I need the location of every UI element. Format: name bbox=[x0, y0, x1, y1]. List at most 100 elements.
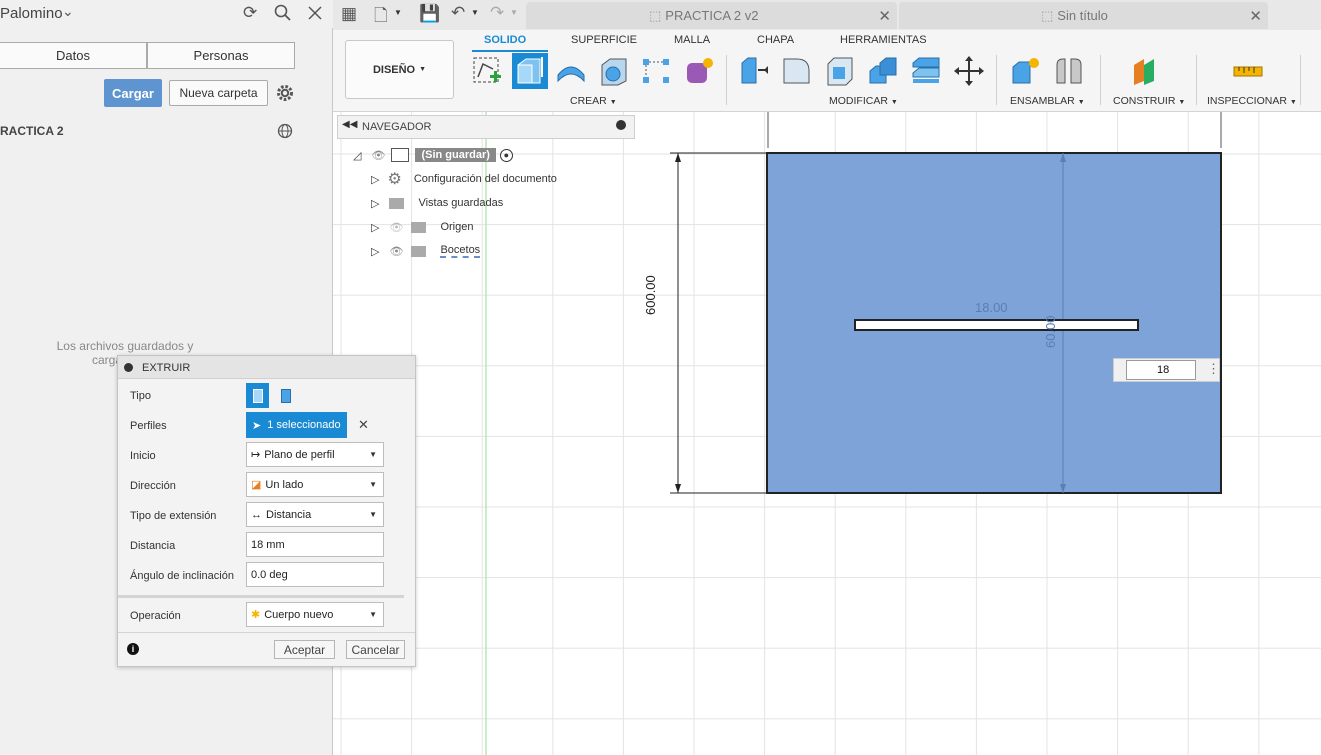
eye-icon[interactable]: 👁 bbox=[389, 245, 403, 258]
group-label: ENSAMBLAR bbox=[1010, 95, 1075, 107]
rectangle-pattern-icon[interactable] bbox=[640, 55, 672, 87]
doc-tab-practica[interactable]: ⬚ PRACTICA 2 v2 ✕ bbox=[526, 2, 897, 29]
group-construir[interactable]: CONSTRUIR ▼ bbox=[1113, 95, 1185, 107]
browser-item-views[interactable]: ▷ Vistas guardadas bbox=[371, 193, 503, 213]
dimension-slot-width-label[interactable]: 18.00 bbox=[975, 300, 1008, 315]
offset-plane-icon[interactable] bbox=[1130, 55, 1162, 87]
cancel-button[interactable]: Cancelar bbox=[346, 640, 405, 659]
split-body-icon[interactable] bbox=[910, 55, 942, 87]
extrude-icon[interactable] bbox=[512, 53, 548, 89]
workspace-label: DISEÑO bbox=[372, 63, 416, 76]
chevron-down-icon: ▼ bbox=[1077, 99, 1085, 106]
radio-icon[interactable]: ● bbox=[499, 148, 513, 162]
fillet-icon[interactable] bbox=[781, 55, 813, 87]
shell-icon[interactable] bbox=[824, 55, 856, 87]
operation-select[interactable]: ✱ Cuerpo nuevo ▼ bbox=[246, 602, 384, 627]
more-options-icon[interactable]: ⋮ bbox=[1207, 361, 1220, 377]
eye-icon[interactable]: 👁 bbox=[371, 149, 385, 162]
group-crear[interactable]: CREAR ▼ bbox=[570, 95, 617, 107]
eye-hidden-icon[interactable]: 👁 bbox=[389, 221, 403, 234]
close-icon[interactable] bbox=[308, 6, 322, 20]
tab-herramientas[interactable]: HERRAMIENTAS bbox=[840, 34, 927, 46]
tab-superficie[interactable]: SUPERFICIE bbox=[571, 34, 637, 46]
create-form-icon[interactable] bbox=[684, 55, 716, 87]
label-tipo: Tipo bbox=[130, 390, 151, 402]
chevron-down-icon[interactable]: ⌄ bbox=[62, 3, 74, 20]
accept-button[interactable]: Aceptar bbox=[274, 640, 335, 659]
expand-triangle-icon[interactable]: ▷ bbox=[371, 197, 379, 210]
doc-tab-sin-titulo[interactable]: ⬚ Sin título ✕ bbox=[899, 2, 1268, 29]
minus-circle-icon[interactable] bbox=[124, 363, 133, 372]
hole-icon[interactable] bbox=[598, 55, 630, 87]
dialog-header[interactable]: EXTRUIR bbox=[118, 356, 415, 379]
close-icon[interactable]: ✕ bbox=[1249, 7, 1262, 25]
expand-triangle-icon[interactable]: ▷ bbox=[371, 245, 379, 258]
move-icon[interactable] bbox=[953, 55, 985, 87]
globe-icon[interactable] bbox=[277, 123, 293, 139]
chevron-down-icon[interactable]: ▼ bbox=[394, 8, 402, 17]
create-sketch-icon[interactable] bbox=[471, 55, 503, 87]
file-icon[interactable]: 🗋 bbox=[374, 3, 388, 32]
divider bbox=[1300, 55, 1301, 105]
joint-icon[interactable] bbox=[1053, 55, 1085, 87]
combine-icon[interactable] bbox=[867, 55, 899, 87]
label-inicio: Inicio bbox=[130, 450, 156, 462]
tab-personas[interactable]: Personas bbox=[147, 42, 295, 69]
type-thin-button[interactable] bbox=[274, 383, 297, 408]
user-name[interactable]: Palomino bbox=[0, 5, 63, 22]
browser-item-origin[interactable]: ▷ 👁 Origen bbox=[371, 217, 473, 237]
search-icon[interactable] bbox=[274, 4, 292, 22]
browser-root[interactable]: ◿ 👁 (Sin guardar) ● bbox=[353, 145, 513, 165]
distance-input[interactable]: 18 mm bbox=[246, 532, 384, 557]
sketch-profile[interactable] bbox=[640, 140, 1260, 510]
doc-tab-label: Sin título bbox=[1057, 8, 1108, 23]
clear-selection-icon[interactable]: ✕ bbox=[358, 417, 369, 433]
label-distancia: Distancia bbox=[130, 540, 176, 552]
revolve-icon[interactable] bbox=[555, 55, 587, 87]
distance-manipulator-input[interactable]: 18 bbox=[1126, 360, 1196, 380]
dimension-slot-height-label[interactable]: 60.00 bbox=[1043, 315, 1058, 348]
info-icon[interactable]: i bbox=[127, 643, 139, 655]
browser-item-sketches[interactable]: ▷ 👁 Bocetos bbox=[371, 241, 481, 261]
browser-item-config[interactable]: ▷ ⚙ Configuración del documento bbox=[371, 169, 557, 189]
expand-triangle-icon[interactable]: ▷ bbox=[371, 221, 379, 234]
new-component-icon[interactable] bbox=[1010, 55, 1042, 87]
upload-button[interactable]: Cargar bbox=[104, 79, 162, 107]
undo-icon[interactable]: ↶ bbox=[451, 3, 465, 23]
workspace-switcher[interactable]: DISEÑO ▼ bbox=[345, 40, 454, 99]
start-select[interactable]: ↦ Plano de perfil ▼ bbox=[246, 442, 384, 467]
type-solid-button[interactable] bbox=[246, 383, 269, 408]
chevron-down-icon[interactable]: ▼ bbox=[510, 8, 518, 17]
profiles-selector[interactable]: ➤ 1 seleccionado bbox=[246, 412, 347, 438]
taper-angle-input[interactable]: 0.0 deg bbox=[246, 562, 384, 587]
group-modificar[interactable]: MODIFICAR ▼ bbox=[829, 95, 898, 107]
collapse-triangle-icon[interactable]: ◿ bbox=[353, 149, 361, 162]
root-label[interactable]: (Sin guardar) bbox=[415, 148, 496, 162]
one-side-icon: ◪ bbox=[251, 479, 262, 491]
press-pull-icon[interactable] bbox=[738, 55, 770, 87]
extent-type-select[interactable]: ↔ Distancia ▼ bbox=[246, 502, 384, 527]
collapse-icon[interactable]: ◀◀ bbox=[342, 119, 357, 130]
save-icon[interactable]: 💾 bbox=[419, 4, 440, 24]
redo-icon[interactable]: ↷ bbox=[490, 3, 504, 23]
folder-icon bbox=[389, 197, 405, 209]
browser-item-label: Bocetos bbox=[440, 244, 481, 258]
dimension-height-label[interactable]: 600.00 bbox=[643, 275, 658, 315]
direction-select[interactable]: ◪ Un lado ▼ bbox=[246, 472, 384, 497]
measure-icon[interactable] bbox=[1232, 55, 1264, 87]
tab-chapa[interactable]: CHAPA bbox=[757, 34, 794, 46]
group-inspeccionar[interactable]: INSPECCIONAR ▼ bbox=[1207, 95, 1297, 107]
tab-datos[interactable]: Datos bbox=[0, 42, 147, 69]
group-ensamblar[interactable]: ENSAMBLAR ▼ bbox=[1010, 95, 1085, 107]
refresh-icon[interactable]: ⟳ bbox=[243, 3, 257, 23]
grid-menu-icon[interactable]: ▦ bbox=[341, 4, 357, 24]
expand-triangle-icon[interactable]: ▷ bbox=[371, 173, 379, 186]
minus-circle-icon[interactable] bbox=[616, 120, 626, 130]
tab-malla[interactable]: MALLA bbox=[674, 34, 710, 46]
gear-icon[interactable] bbox=[276, 84, 294, 102]
close-icon[interactable]: ✕ bbox=[878, 7, 891, 25]
project-name[interactable]: RACTICA 2 bbox=[0, 124, 64, 138]
new-folder-button[interactable]: Nueva carpeta bbox=[169, 80, 268, 106]
chevron-down-icon[interactable]: ▼ bbox=[471, 8, 479, 17]
tab-solido[interactable]: SOLIDO bbox=[484, 34, 526, 46]
